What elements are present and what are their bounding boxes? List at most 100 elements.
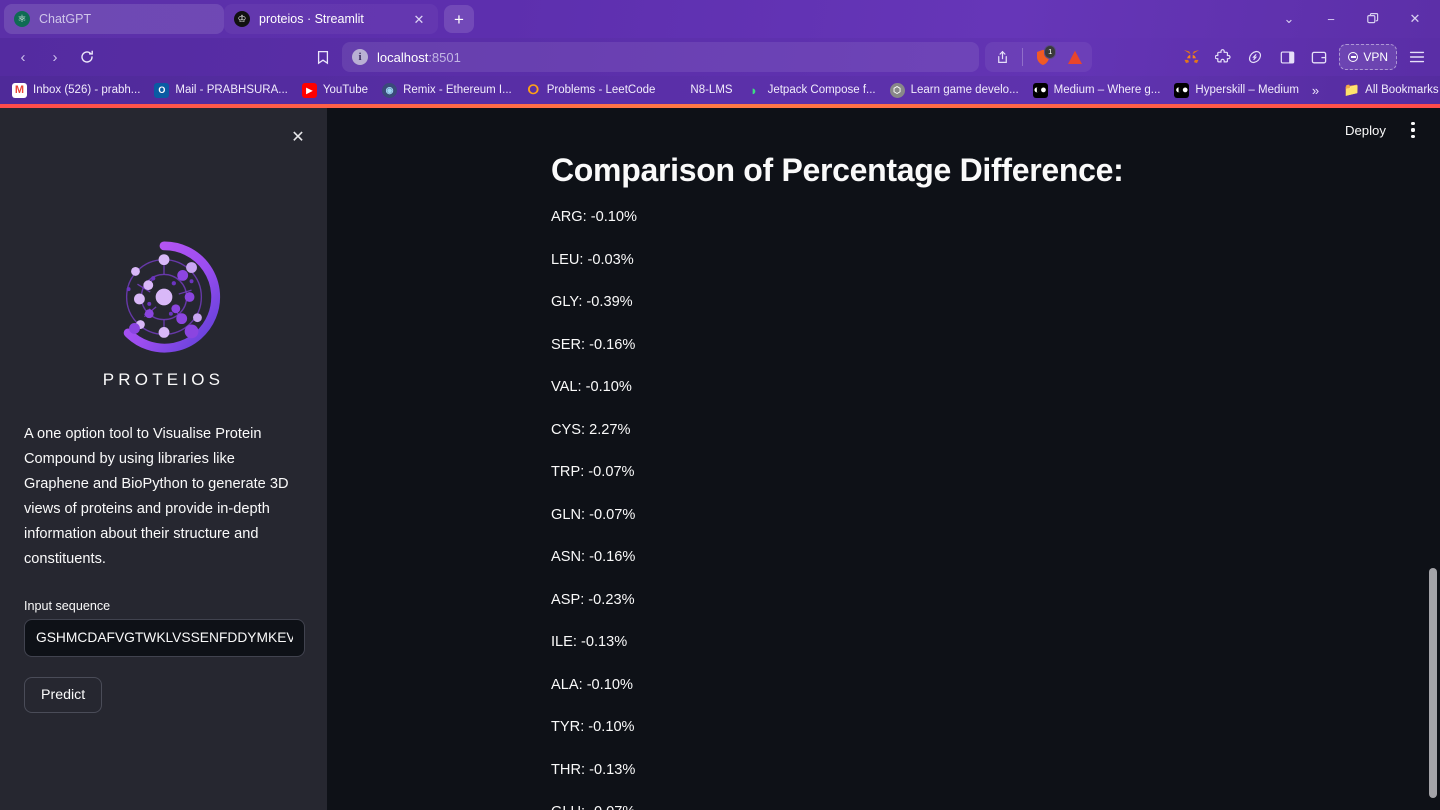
site-info-icon[interactable]: i xyxy=(352,49,368,65)
bookmark-label: Learn game develo... xyxy=(910,84,1019,96)
back-icon[interactable]: ‹ xyxy=(8,42,38,72)
vertical-scrollbar[interactable] xyxy=(1429,568,1437,798)
toolbar-actions-group: 1 xyxy=(985,42,1093,72)
youtube-icon: ▶ xyxy=(301,82,317,98)
address-bar-area: i localhost:8501 xyxy=(108,42,983,72)
list-item: GLU: -0.07% xyxy=(551,804,1440,810)
tab-strip: ⚛ ChatGPT ♔ proteios · Streamlit ✕ + ⌄ −… xyxy=(0,0,1440,38)
medium-icon: ◐● xyxy=(1032,82,1048,98)
omnibox[interactable]: i localhost:8501 xyxy=(342,42,980,72)
all-bookmarks-label: All Bookmarks xyxy=(1365,84,1439,96)
reload-icon[interactable] xyxy=(72,42,102,72)
deploy-button[interactable]: Deploy xyxy=(1335,117,1396,144)
toolbar-divider xyxy=(1022,48,1024,66)
close-tab-icon[interactable]: ✕ xyxy=(410,10,428,28)
metamask-icon[interactable] xyxy=(1176,42,1206,72)
bookmark-label: Problems - LeetCode xyxy=(546,84,656,96)
extensions-icon[interactable] xyxy=(1208,42,1238,72)
input-sequence-label: Input sequence xyxy=(24,598,111,613)
app-brand-title: PROTEIOS xyxy=(102,370,225,389)
streamlit-app: ✕ PROTEIOS A one option tool to Visualis… xyxy=(0,108,1440,810)
unity-icon: ⬡ xyxy=(889,82,905,98)
browser-toolbar: ‹ › i localhost:8501 1 VPN xyxy=(0,38,1440,76)
browser-tab-chatgpt[interactable]: ⚛ ChatGPT xyxy=(4,4,224,34)
bookmarks-overflow-icon[interactable]: » xyxy=(1307,83,1324,98)
list-item: SER: -0.16% xyxy=(551,336,636,353)
list-item: ARG: -0.10% xyxy=(551,209,637,225)
brave-shields-icon[interactable]: 1 xyxy=(1028,42,1058,72)
logo-container xyxy=(24,238,303,356)
app-menu-icon[interactable] xyxy=(1398,115,1428,145)
list-item: ASP: -0.23% xyxy=(551,591,635,608)
bookmark-label: Jetpack Compose f... xyxy=(767,84,876,96)
new-tab-button[interactable]: + xyxy=(444,5,474,33)
tab-title: ChatGPT xyxy=(39,12,92,26)
leetcode-icon: ⵔ xyxy=(527,82,539,98)
app-description: A one option tool to Visualise Protein C… xyxy=(24,426,289,568)
shields-count-badge: 1 xyxy=(1044,45,1057,59)
chevron-down-icon[interactable]: ⌄ xyxy=(1268,0,1310,38)
results-panel: Comparison of Percentage Difference: ARG… xyxy=(327,108,1440,810)
list-item: ILE: -0.13% xyxy=(551,634,628,650)
folder-icon: 📁 xyxy=(1344,82,1360,98)
maximize-icon[interactable] xyxy=(1352,0,1394,38)
list-item: THR: -0.13% xyxy=(551,761,636,778)
close-window-icon[interactable]: ✕ xyxy=(1394,0,1436,38)
page-title: Comparison of Percentage Difference: xyxy=(551,152,1124,188)
predict-button[interactable]: Predict xyxy=(24,676,103,713)
list-item: GLN: -0.07% xyxy=(551,506,636,523)
minimize-icon[interactable]: − xyxy=(1310,0,1352,38)
list-item: CYS: 2.27% xyxy=(551,421,631,438)
bookmark-item[interactable]: ◉ Remix - Ethereum I... xyxy=(376,81,518,100)
bookmarks-bar: M Inbox (526) - prabh... O Mail - PRABHS… xyxy=(0,76,1440,104)
bookmark-item[interactable]: N8-LMS xyxy=(663,81,738,100)
bookmark-item[interactable]: ◐● Hyperskill – Medium xyxy=(1168,81,1305,100)
chatgpt-favicon: ⚛ xyxy=(14,11,30,27)
browser-menu-icon[interactable] xyxy=(1402,42,1432,72)
brave-leo-icon[interactable] xyxy=(1060,42,1090,72)
close-sidebar-icon[interactable]: ✕ xyxy=(283,122,313,152)
bookmark-label: Remix - Ethereum I... xyxy=(403,84,512,96)
browser-tab-streamlit[interactable]: ♔ proteios · Streamlit ✕ xyxy=(224,4,438,34)
percentage-difference-list: ARG: -0.10% LEU: -0.03% GLY: -0.39% SER:… xyxy=(551,209,1440,810)
list-item: GLY: -0.39% xyxy=(551,294,633,310)
forward-icon[interactable]: › xyxy=(40,42,70,72)
share-icon[interactable] xyxy=(987,42,1017,72)
remix-icon: ◉ xyxy=(382,82,398,98)
streamlit-header: Deploy xyxy=(1335,108,1440,152)
app-sidebar: ✕ PROTEIOS A one option tool to Visualis… xyxy=(0,108,327,810)
list-item: TYR: -0.10% xyxy=(551,719,635,735)
bookmark-label: Inbox (526) - prabh... xyxy=(33,84,141,96)
bookmark-item[interactable]: ◐● Medium – Where g... xyxy=(1027,81,1167,100)
medium-icon: ◐● xyxy=(1174,82,1190,98)
bookmark-item[interactable]: ⵔ Problems - LeetCode xyxy=(520,81,662,100)
tab-title: proteios · Streamlit xyxy=(259,12,364,26)
leaf-icon[interactable] xyxy=(1240,42,1270,72)
wallet-icon[interactable] xyxy=(1304,42,1334,72)
url-text: localhost:8501 xyxy=(377,49,461,65)
input-sequence-field[interactable] xyxy=(24,618,305,657)
vpn-button[interactable]: VPN xyxy=(1339,44,1397,70)
vpn-status-icon xyxy=(1348,52,1359,62)
browser-window: ⚛ ChatGPT ♔ proteios · Streamlit ✕ + ⌄ −… xyxy=(0,0,1440,810)
bookmark-label: Medium – Where g... xyxy=(1053,84,1161,96)
bookmark-item[interactable]: M Inbox (526) - prabh... xyxy=(6,81,146,100)
bookmark-label: N8-LMS xyxy=(690,84,733,96)
bookmark-item[interactable]: ⬡ Learn game develo... xyxy=(884,81,1025,100)
list-item: ALA: -0.10% xyxy=(551,676,633,693)
android-icon: ◗ xyxy=(750,82,758,98)
bookmark-label: Mail - PRABHSURA... xyxy=(175,84,288,96)
all-bookmarks-button[interactable]: 📁 All Bookmarks xyxy=(1338,81,1440,100)
outlook-icon: O xyxy=(154,82,170,98)
bookmark-label: YouTube xyxy=(322,84,369,96)
list-item: VAL: -0.10% xyxy=(551,379,632,395)
bookmark-label: Hyperskill – Medium xyxy=(1195,84,1299,96)
window-controls: ⌄ − ✕ xyxy=(1268,0,1436,38)
bookmark-item[interactable]: ▶ YouTube xyxy=(296,81,374,100)
bookmark-icon[interactable] xyxy=(308,42,338,72)
side-panel-icon[interactable] xyxy=(1272,42,1302,72)
n8lms-icon xyxy=(669,83,684,98)
gmail-icon: M xyxy=(12,82,27,98)
bookmark-item[interactable]: O Mail - PRABHSURA... xyxy=(148,81,293,100)
bookmark-item[interactable]: ◗ Jetpack Compose f... xyxy=(741,81,882,100)
